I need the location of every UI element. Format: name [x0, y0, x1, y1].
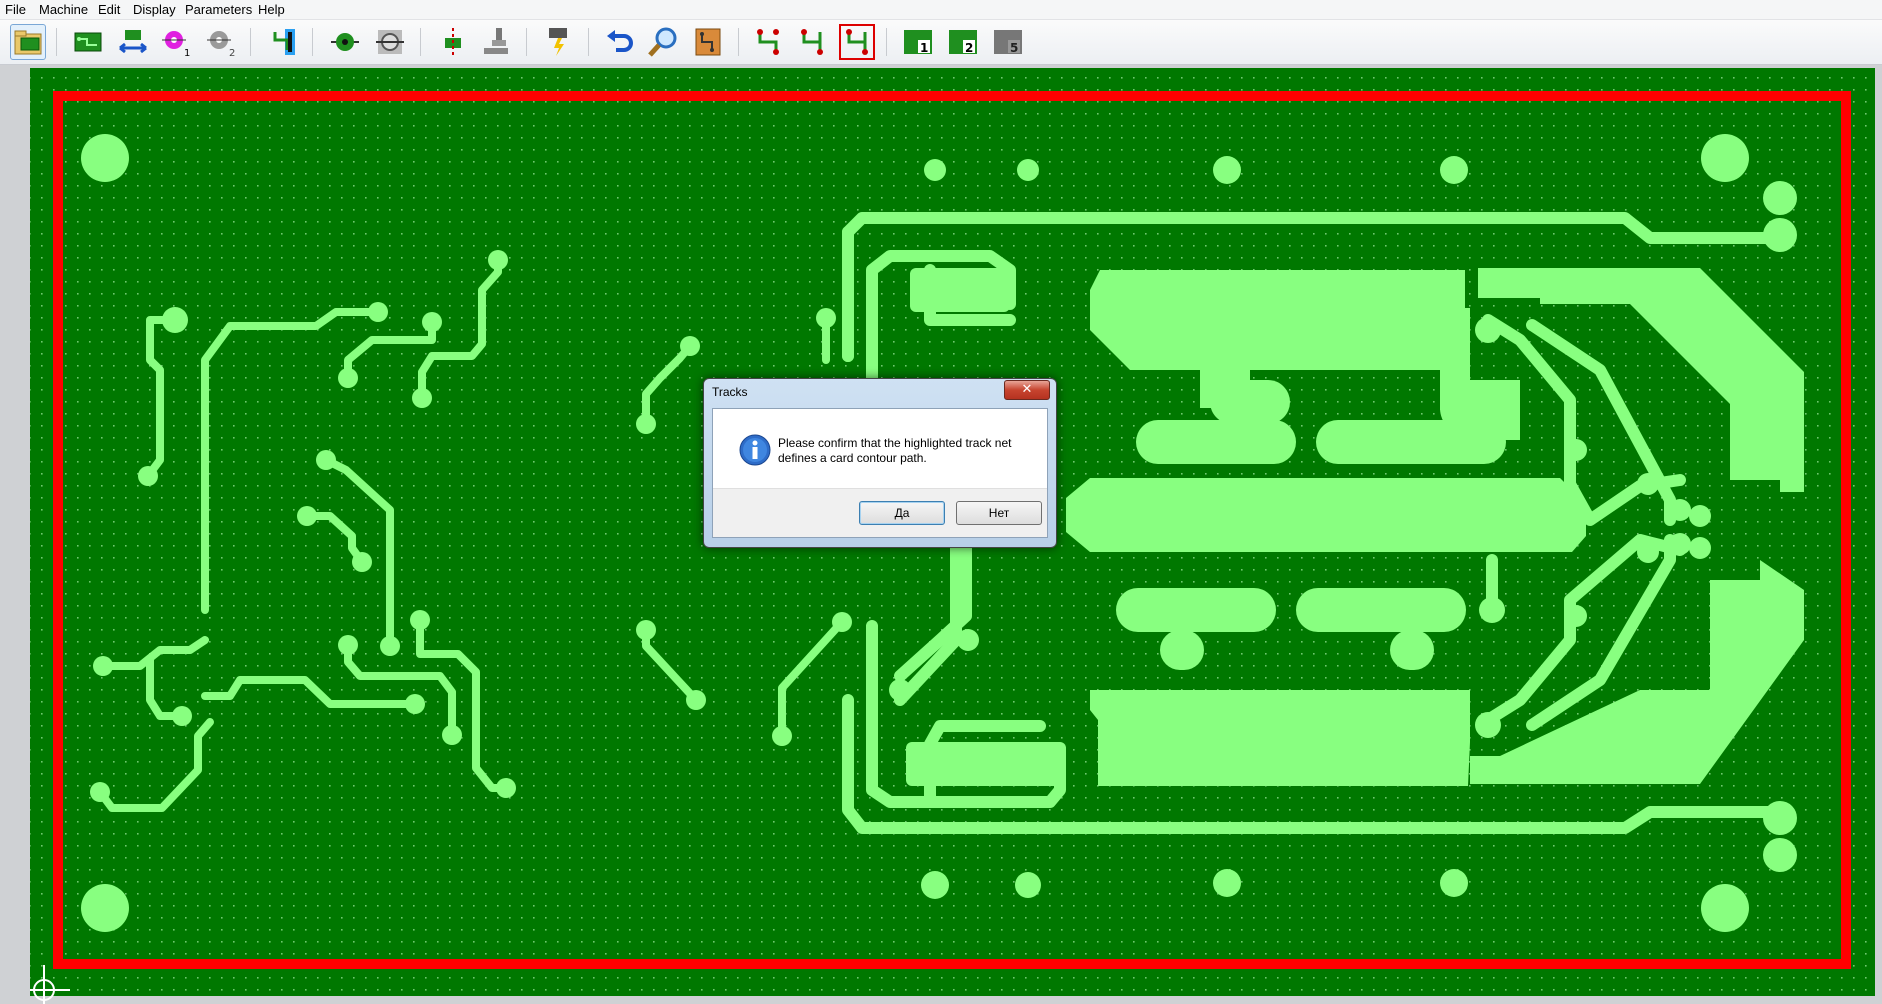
double-arrow-icon: [119, 30, 147, 54]
net-icon: [757, 29, 779, 55]
menu-parameters[interactable]: Parameters: [185, 2, 252, 17]
menu-help[interactable]: Help: [258, 2, 285, 17]
pcb-board-icon: [74, 32, 102, 52]
confirm-dialog: Tracks ✕ Please confirm that the highlig…: [703, 378, 1057, 548]
layer-1-button[interactable]: 1: [900, 24, 936, 60]
board-outline-button[interactable]: [690, 24, 726, 60]
hole-1-badge: 1: [184, 48, 190, 58]
menu-file[interactable]: File: [5, 2, 26, 17]
dialog-button-bar: Да Нет: [713, 488, 1047, 537]
pad-green-icon: [331, 33, 359, 51]
track-tool-button[interactable]: [265, 24, 301, 60]
undo-icon: [607, 30, 633, 52]
pad-tool-button[interactable]: [327, 24, 363, 60]
mill-button[interactable]: [478, 24, 514, 60]
folder-icon: [14, 30, 42, 55]
layer-2-badge: 2: [965, 41, 973, 55]
undo-button[interactable]: [602, 24, 638, 60]
layer-2-icon: 2: [949, 30, 977, 55]
menu-bar: File Machine Edit Display Parameters Hel…: [0, 0, 1882, 20]
board-view-button[interactable]: [70, 24, 106, 60]
net-contour-button[interactable]: [839, 24, 875, 60]
net-join-icon: [801, 29, 823, 55]
no-button[interactable]: Нет: [956, 501, 1042, 525]
laser-icon: [549, 28, 567, 56]
open-file-button[interactable]: [10, 24, 46, 60]
hole-1-button[interactable]: 1: [158, 24, 194, 60]
toolbar: 1 2 1 2 5: [0, 20, 1882, 65]
magnifier-icon: [648, 27, 677, 57]
yes-button[interactable]: Да: [859, 501, 945, 525]
pad-magenta-icon: 1: [162, 31, 190, 58]
pad-gray-icon: 2: [207, 31, 235, 58]
drill-button[interactable]: [435, 24, 471, 60]
hole-2-badge: 2: [229, 48, 235, 58]
outline-board-icon: [695, 28, 721, 56]
dialog-close-button[interactable]: ✕: [1004, 380, 1050, 400]
dialog-body: Please confirm that the highlighted trac…: [712, 408, 1048, 538]
menu-edit[interactable]: Edit: [98, 2, 120, 17]
drill-point-icon: [445, 28, 461, 56]
milling-machine-icon: [484, 28, 508, 54]
layer-1-badge: 1: [920, 41, 928, 55]
laser-button[interactable]: [541, 24, 577, 60]
pad-outline-icon: [376, 30, 404, 54]
pad-gray-tool-button[interactable]: [372, 24, 408, 60]
mirror-button[interactable]: [115, 24, 151, 60]
layer-2-button[interactable]: 2: [945, 24, 981, 60]
layer-5-button[interactable]: 5: [990, 24, 1026, 60]
info-icon: [739, 434, 771, 466]
hole-2-button[interactable]: 2: [203, 24, 239, 60]
net-tool-2-button[interactable]: [794, 24, 830, 60]
zoom-button[interactable]: [645, 24, 681, 60]
dialog-message: Please confirm that the highlighted trac…: [778, 436, 1012, 465]
net-contour-icon: [846, 29, 868, 55]
layer-5-icon: 5: [994, 30, 1022, 55]
menu-machine[interactable]: Machine: [39, 2, 88, 17]
net-tool-1-button[interactable]: [750, 24, 786, 60]
dialog-title: Tracks: [712, 385, 748, 399]
layer-1-icon: 1: [904, 30, 932, 55]
layer-5-badge: 5: [1010, 41, 1018, 55]
track-icon: [273, 29, 295, 55]
menu-display[interactable]: Display: [133, 2, 176, 17]
